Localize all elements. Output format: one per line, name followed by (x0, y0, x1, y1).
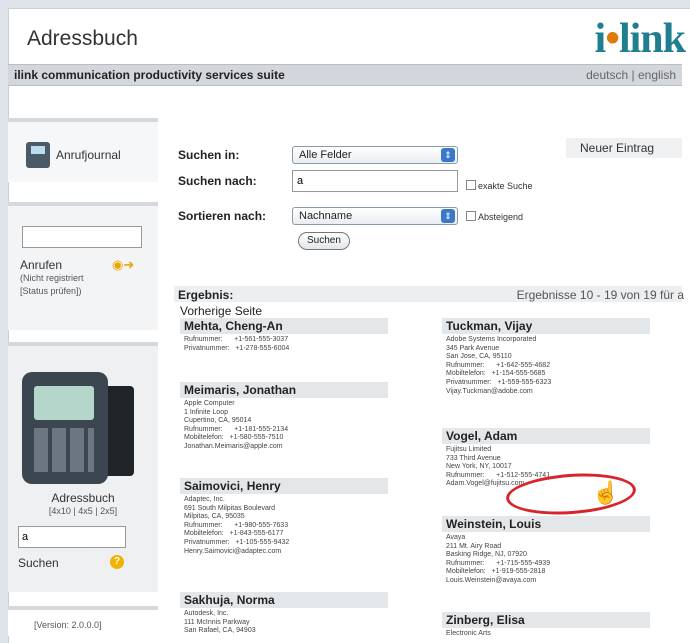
contact-name[interactable]: Meimaris, Jonathan (180, 382, 388, 398)
suite-bar: ilink communication productivity service… (8, 64, 682, 86)
view-size-links[interactable]: [4x10 | 4x5 | 2x5] (8, 506, 158, 516)
contact-details: Adaptec, Inc. 691 South Milpitas Bouleva… (184, 496, 290, 555)
call-arrow-icon[interactable]: ◉➜ (112, 257, 134, 273)
contact-card[interactable]: Sakhuja, Norma Autodesk, Inc. 111 McInni… (180, 592, 388, 636)
contact-name[interactable]: Sakhuja, Norma (180, 592, 388, 608)
device-screen (34, 386, 94, 420)
sidebar: Anrufjournal Anrufen ◉➜ (Nicht registrie… (8, 118, 158, 636)
contact-card[interactable]: Zinberg, Elisa Electronic Arts (442, 612, 650, 639)
previous-page-link[interactable]: Vorherige Seite (180, 304, 262, 318)
sort-by-label: Sortieren nach: (178, 209, 267, 223)
exact-search-checkbox[interactable]: exakte Suche (466, 180, 533, 191)
contact-card[interactable]: Weinstein, Louis Avaya 211 Mt. Airy Road… (442, 516, 650, 586)
header: Adressbuch i•link (9, 9, 690, 67)
sort-by-select[interactable]: Nachname ⇕ (292, 207, 458, 225)
contact-card[interactable]: Saimovici, Henry Adaptec, Inc. 691 South… (180, 478, 388, 556)
ilink-logo: i•link (594, 16, 686, 62)
mobile-phone-icon (22, 372, 108, 484)
addressbook-search-input[interactable] (18, 526, 126, 548)
checkbox-box (466, 211, 476, 221)
phone-icon (26, 142, 50, 168)
results-bar: Ergebnis: Ergebnisse 10 - 19 von 19 für … (174, 286, 684, 302)
contact-details: Adobe Systems Incorporated 345 Park Aven… (446, 336, 552, 395)
descending-checkbox[interactable]: Absteigend (466, 211, 523, 222)
results-label: Ergebnis: (178, 288, 234, 302)
addressbook-panel: Adressbuch [4x10 | 4x5 | 2x5] Suchen ? (8, 342, 158, 592)
contact-name[interactable]: Weinstein, Louis (442, 516, 650, 532)
select-arrow-icon: ⇕ (441, 209, 455, 223)
search-in-select[interactable]: Alle Felder ⇕ (292, 146, 458, 164)
lang-english-link[interactable]: english (638, 68, 676, 82)
contact-name[interactable]: Tuckman, Vijay (442, 318, 650, 334)
page-title: Adressbuch (27, 27, 138, 50)
call-number-input[interactable] (22, 226, 142, 248)
contact-details: Autodesk, Inc. 111 McInnis Parkway San R… (184, 610, 256, 635)
call-button-label[interactable]: Anrufen (20, 258, 62, 272)
version-label: [Version: 2.0.0.0] (34, 620, 102, 630)
version-panel: [Version: 2.0.0.0] (8, 606, 158, 636)
lang-deutsch-link[interactable]: deutsch (586, 68, 628, 82)
search-in-label: Suchen in: (178, 148, 240, 162)
contact-name[interactable]: Saimovici, Henry (180, 478, 388, 494)
addressbook-label: Adressbuch (51, 491, 115, 505)
check-status-link[interactable]: [Status prüfen]) (20, 286, 82, 296)
call-journal-link[interactable]: Anrufjournal (8, 118, 158, 182)
contact-name[interactable]: Vogel, Adam (442, 428, 650, 444)
search-for-input[interactable] (292, 170, 458, 192)
device-keypad (34, 428, 94, 472)
contact-name[interactable]: Mehta, Cheng-An (180, 318, 388, 334)
help-icon[interactable]: ? (110, 555, 124, 569)
results-range: Ergebnisse 10 - 19 von 19 für a (516, 288, 684, 302)
language-switch: deutsch | english (586, 68, 676, 82)
contact-details: Electronic Arts (446, 630, 491, 637)
contact-details: Avaya 211 Mt. Airy Road Basking Ridge, N… (446, 534, 551, 584)
call-panel: Anrufen ◉➜ (Nicht registriert [Status pr… (8, 202, 158, 330)
call-journal-label: Anrufjournal (56, 148, 121, 162)
contact-details: Apple Computer 1 Infinite Loop Cupertino… (184, 400, 289, 450)
not-registered-note: (Nicht registriert (20, 273, 84, 283)
contact-name[interactable]: Zinberg, Elisa (442, 612, 650, 628)
main-content: Suchen in: Alle Felder ⇕ Neuer Eintrag Su… (166, 118, 684, 637)
checkbox-box (466, 180, 476, 190)
hand-cursor-icon: ☝ (592, 480, 620, 505)
contact-card[interactable]: Meimaris, Jonathan Apple Computer 1 Infi… (180, 382, 388, 452)
new-entry-button[interactable]: Neuer Eintrag (566, 138, 682, 158)
contact-card[interactable]: Tuckman, Vijay Adobe Systems Incorporate… (442, 318, 650, 396)
search-button[interactable]: Suchen (298, 232, 350, 250)
search-for-label: Suchen nach: (178, 174, 257, 188)
contact-details: Rufnummer: +1-561-555-3037 Privatnummer:… (184, 336, 290, 352)
select-arrow-icon: ⇕ (441, 148, 455, 162)
search-form: Suchen in: Alle Felder ⇕ Neuer Eintrag Su… (166, 118, 682, 253)
lang-separator: | (631, 68, 635, 82)
addressbook-search-label[interactable]: Suchen (18, 556, 59, 570)
suite-name: ilink communication productivity service… (14, 68, 285, 82)
contact-card[interactable]: Mehta, Cheng-An Rufnummer: +1-561-555-30… (180, 318, 388, 353)
